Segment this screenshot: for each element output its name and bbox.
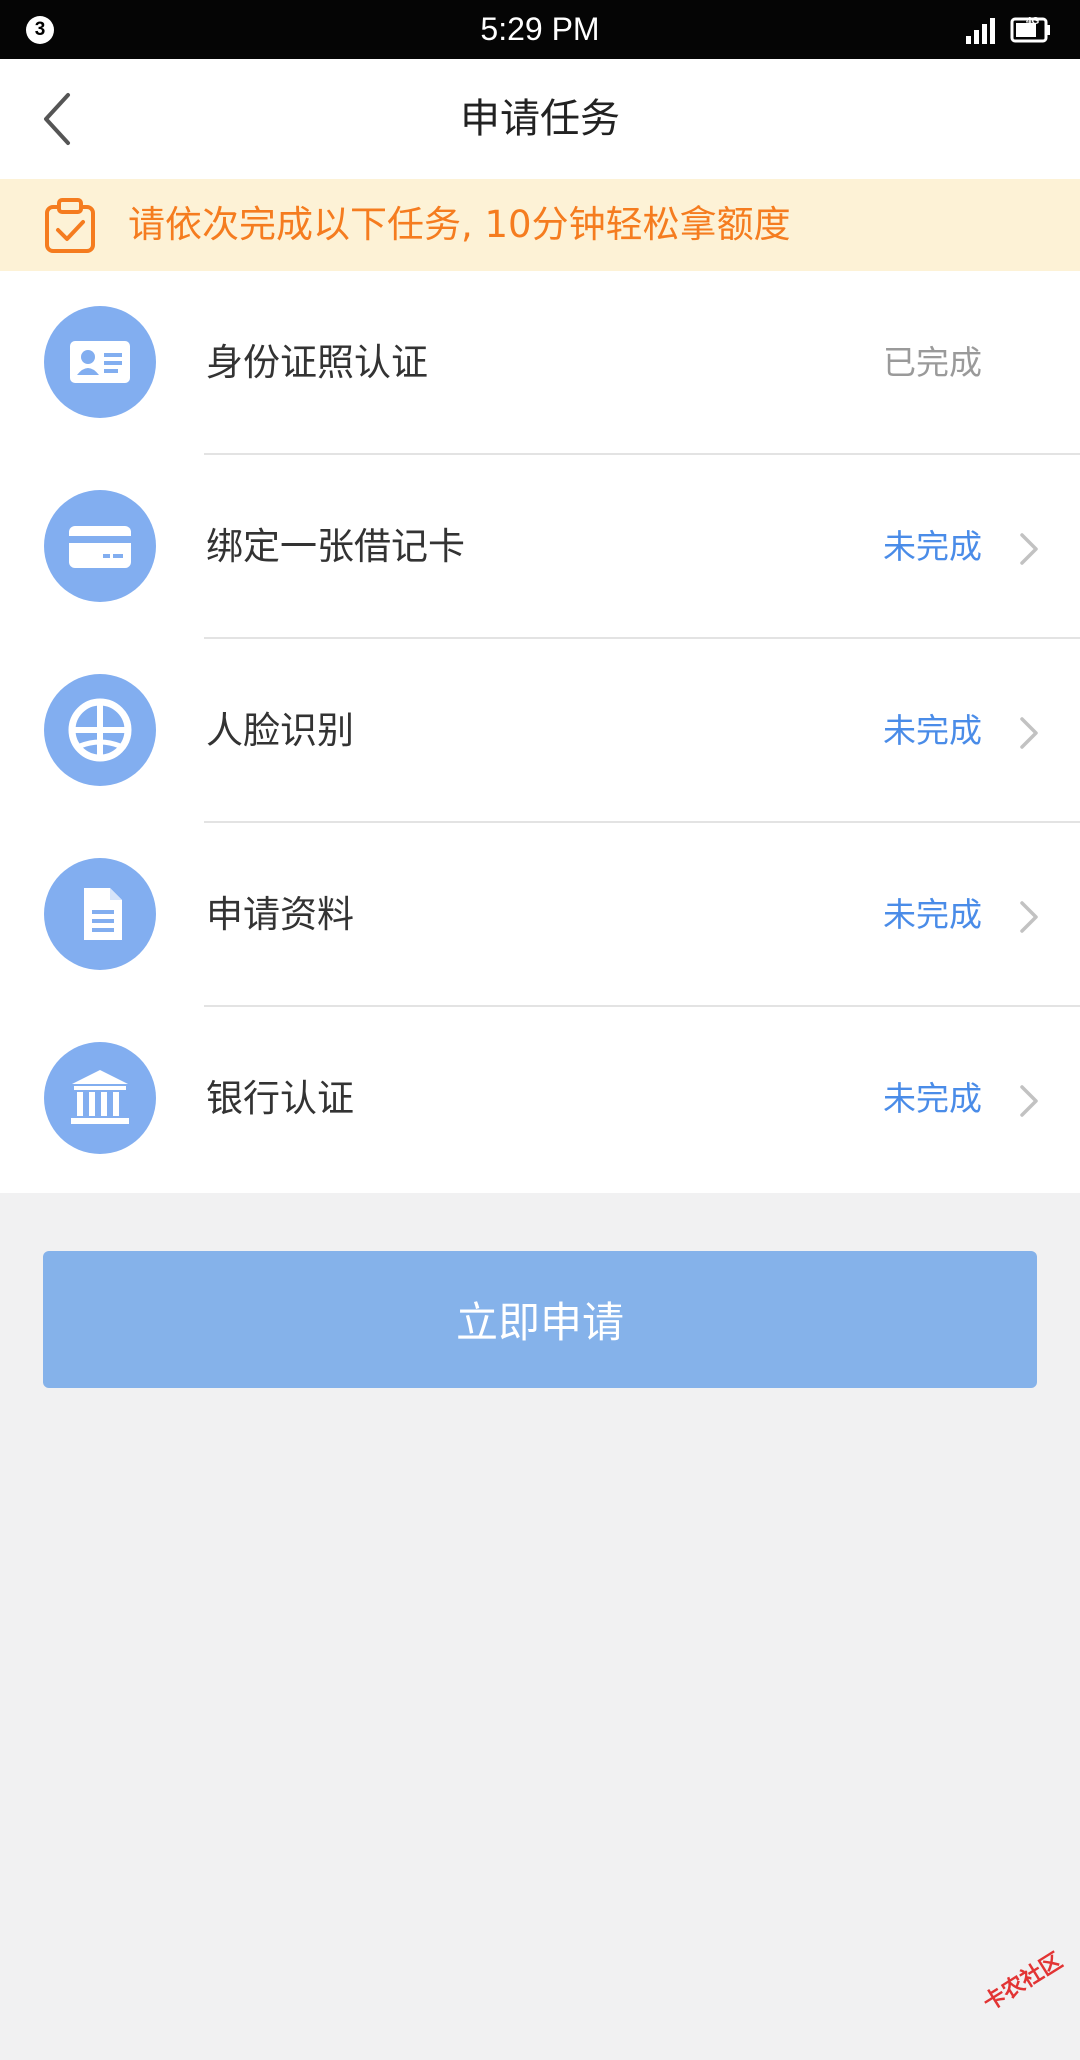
task-status: 未完成 [883, 895, 982, 934]
bank-building-icon [44, 1042, 156, 1154]
watermark: 卡农社区 [979, 1948, 1068, 2017]
task-label: 身份证照认证 [206, 341, 428, 384]
task-label: 人脸识别 [206, 709, 354, 752]
task-label: 银行认证 [206, 1077, 354, 1120]
banner-text: 请依次完成以下任务, 10分钟轻松拿额度 [128, 203, 791, 246]
clipboard-check-icon [42, 197, 98, 255]
chevron-right-icon [1020, 717, 1038, 749]
chevron-right-icon [1020, 533, 1038, 565]
header: 申请任务 [0, 59, 1080, 179]
task-application-info[interactable]: 申请资料 未完成 [0, 823, 1080, 1007]
status-bar: 3 5:29 PM 4G [0, 0, 1080, 59]
status-time: 5:29 PM [480, 11, 600, 47]
signal-battery-icon [966, 17, 1050, 44]
chevron-right-icon [1020, 901, 1038, 933]
bank-card-icon [44, 490, 156, 602]
task-status: 未完成 [883, 527, 982, 566]
apply-now-button[interactable]: 立即申请 [43, 1251, 1037, 1388]
task-label: 申请资料 [206, 893, 354, 936]
task-status: 未完成 [883, 711, 982, 750]
task-bank-verification[interactable]: 银行认证 未完成 [0, 1007, 1080, 1191]
task-status: 已完成 [883, 343, 982, 382]
id-card-icon [44, 306, 156, 418]
task-status: 未完成 [883, 1079, 982, 1118]
face-recognition-icon [44, 674, 156, 786]
task-list: 身份证照认证 已完成 绑定一张借记卡 未完成 人脸识别 未完成 申请资料 未完成… [0, 271, 1080, 1193]
task-id-verification[interactable]: 身份证照认证 已完成 [0, 271, 1080, 455]
chevron-right-icon [1020, 1085, 1038, 1117]
task-label: 绑定一张借记卡 [206, 525, 465, 568]
document-icon [44, 858, 156, 970]
info-banner: 请依次完成以下任务, 10分钟轻松拿额度 [0, 179, 1080, 271]
page-title: 申请任务 [460, 96, 620, 142]
task-bind-debit-card[interactable]: 绑定一张借记卡 未完成 [0, 455, 1080, 639]
task-face-recognition[interactable]: 人脸识别 未完成 [0, 639, 1080, 823]
